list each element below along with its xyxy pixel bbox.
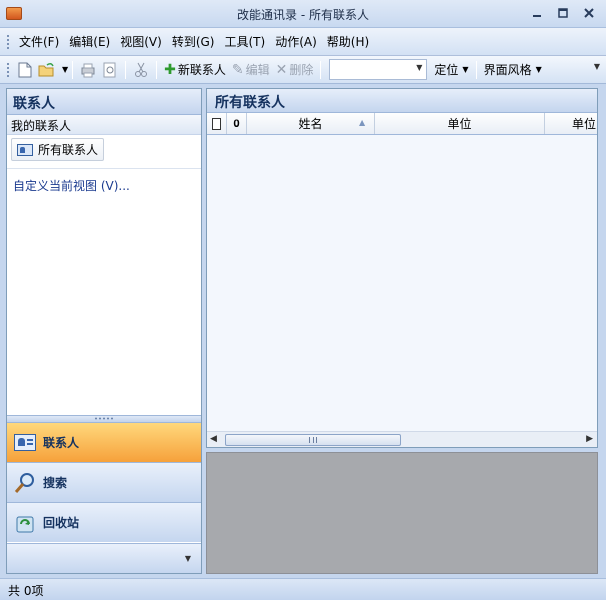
menu-edit[interactable]: 编辑(E) bbox=[64, 30, 115, 53]
open-dropdown-icon[interactable]: ▼ bbox=[62, 65, 68, 74]
print-preview-button[interactable] bbox=[101, 61, 119, 79]
column-type[interactable] bbox=[207, 113, 227, 134]
print-button[interactable] bbox=[79, 61, 97, 79]
main-pane-title: 所有联系人 bbox=[207, 89, 597, 113]
maximize-button[interactable] bbox=[550, 3, 576, 23]
edit-button[interactable]: ✎ 编辑 bbox=[229, 59, 273, 80]
pencil-icon: ✎ bbox=[231, 61, 244, 78]
maximize-icon bbox=[558, 8, 568, 18]
theme-dropdown-icon: ▼ bbox=[535, 65, 542, 74]
nav-button-contacts-label: 联系人 bbox=[43, 436, 80, 450]
scissors-icon bbox=[135, 62, 148, 77]
plus-icon: ✚ bbox=[164, 61, 176, 78]
nav-splitter[interactable] bbox=[7, 415, 201, 422]
nav-button-recycle[interactable]: 回收站 bbox=[7, 502, 201, 542]
toolbar-separator bbox=[72, 60, 74, 79]
document-icon bbox=[212, 117, 221, 130]
delete-button[interactable]: ✕ 删除 bbox=[273, 59, 317, 80]
customize-view-link[interactable]: 自定义当前视图 (V)... bbox=[7, 173, 201, 198]
nav-button-search[interactable]: 搜索 bbox=[7, 462, 201, 502]
nav-divider bbox=[7, 168, 201, 169]
theme-label: 界面风格 bbox=[483, 63, 532, 77]
new-contact-button[interactable]: ✚ 新联系人 bbox=[161, 59, 229, 80]
theme-button[interactable]: 界面风格 ▼ bbox=[481, 59, 545, 80]
search-combo[interactable]: ▼ bbox=[329, 59, 428, 80]
scroll-right-icon[interactable]: ▶ bbox=[586, 434, 593, 444]
window-controls bbox=[524, 3, 602, 23]
close-button[interactable] bbox=[576, 3, 602, 23]
locate-dropdown-icon: ▼ bbox=[462, 65, 469, 74]
locate-button[interactable]: 定位 ▼ bbox=[431, 59, 471, 80]
column-name-label: 姓名 bbox=[298, 117, 323, 131]
new-contact-label: 新联系人 bbox=[177, 63, 226, 77]
delete-x-icon: ✕ bbox=[275, 61, 288, 78]
column-company[interactable]: 单位 bbox=[375, 113, 545, 134]
open-folder-icon bbox=[38, 62, 54, 76]
print-preview-icon bbox=[103, 62, 116, 77]
combo-dropdown-icon[interactable]: ▼ bbox=[416, 63, 422, 72]
contact-card-icon bbox=[17, 143, 33, 156]
nav-group-header[interactable]: 我的联系人 bbox=[7, 115, 201, 135]
paperclip-icon: 𝟎 bbox=[233, 116, 240, 130]
toolbar: ▼ ✚ 新联系人 ✎ 编辑 ✕ 删除 ▼ 定位 ▼ 界面风格 ▼ ▼ bbox=[0, 56, 606, 84]
title-bar: 改能通讯录 - 所有联系人 bbox=[0, 0, 606, 28]
toolbar-separator bbox=[125, 60, 127, 79]
menu-file[interactable]: 文件(F) bbox=[14, 30, 64, 53]
cut-button[interactable] bbox=[132, 61, 150, 79]
scrollbar-thumb[interactable] bbox=[225, 434, 401, 446]
column-company-2-label: 单位 bbox=[571, 117, 596, 131]
toolbar-separator bbox=[156, 60, 158, 79]
new-document-button[interactable] bbox=[16, 61, 34, 79]
toolbar-overflow-icon[interactable]: ▼ bbox=[592, 62, 602, 78]
nav-button-contacts[interactable]: 联系人 bbox=[7, 422, 201, 462]
delete-label: 删除 bbox=[289, 63, 314, 77]
column-attachment[interactable]: 𝟎 bbox=[227, 113, 247, 134]
recycle-bin-icon bbox=[13, 511, 37, 535]
open-folder-button[interactable] bbox=[38, 61, 56, 79]
status-bar: 共 0项 bbox=[0, 578, 606, 600]
minimize-button[interactable] bbox=[524, 3, 550, 23]
printer-icon bbox=[81, 63, 95, 77]
new-document-icon bbox=[18, 62, 32, 77]
scroll-left-icon[interactable]: ◀ bbox=[210, 434, 217, 444]
contact-list-body[interactable] bbox=[207, 135, 597, 431]
nav-pane-title: 联系人 bbox=[7, 89, 201, 115]
nav-button-recycle-label: 回收站 bbox=[43, 516, 80, 530]
contact-list-pane: 所有联系人 𝟎 姓名 单位 单位 ▲ ◀ ▶ bbox=[206, 88, 598, 448]
folder-all-contacts[interactable]: 所有联系人 bbox=[11, 138, 105, 161]
close-icon bbox=[584, 8, 594, 18]
nav-footer[interactable]: ▼ bbox=[7, 543, 201, 573]
menu-help[interactable]: 帮助(H) bbox=[322, 30, 374, 53]
locate-label: 定位 bbox=[434, 63, 459, 77]
minimize-icon bbox=[533, 15, 541, 17]
column-company-2[interactable]: 单位 bbox=[545, 113, 597, 134]
folder-all-contacts-label: 所有联系人 bbox=[38, 143, 99, 157]
menu-bar: 文件(F) 编辑(E) 视图(V) 转到(G) 工具(T) 动作(A) 帮助(H… bbox=[0, 28, 606, 56]
nav-button-search-label: 搜索 bbox=[43, 476, 68, 490]
column-header-row: 𝟎 姓名 单位 单位 ▲ bbox=[207, 113, 597, 135]
toolbar-separator bbox=[475, 60, 477, 79]
toolbar-separator bbox=[320, 60, 322, 79]
thumb-grip-icon bbox=[309, 437, 317, 443]
menu-view[interactable]: 视图(V) bbox=[115, 30, 167, 53]
toolbar-grip-icon[interactable] bbox=[6, 61, 10, 78]
edit-label: 编辑 bbox=[245, 63, 270, 77]
window-title: 改能通讯录 - 所有联系人 bbox=[237, 8, 369, 22]
menu-tools[interactable]: 工具(T) bbox=[219, 30, 270, 53]
preview-pane bbox=[206, 452, 598, 574]
search-icon bbox=[13, 471, 37, 495]
menubar-grip-icon[interactable] bbox=[6, 33, 10, 50]
column-company-label: 单位 bbox=[447, 117, 472, 131]
contact-card-icon bbox=[13, 431, 37, 455]
horizontal-scrollbar[interactable]: ◀ ▶ bbox=[207, 431, 597, 447]
navigation-pane: 联系人 我的联系人 所有联系人 自定义当前视图 (V)... 联系人 搜索 回收… bbox=[6, 88, 202, 574]
menu-action[interactable]: 动作(A) bbox=[270, 30, 322, 53]
column-name[interactable]: 姓名 bbox=[247, 113, 375, 134]
splitter-grip-icon bbox=[94, 417, 114, 420]
menu-goto[interactable]: 转到(G) bbox=[167, 30, 220, 53]
item-count: 共 0项 bbox=[8, 584, 44, 598]
sort-ascending-icon: ▲ bbox=[359, 118, 366, 127]
chevron-down-icon[interactable]: ▼ bbox=[185, 554, 191, 563]
